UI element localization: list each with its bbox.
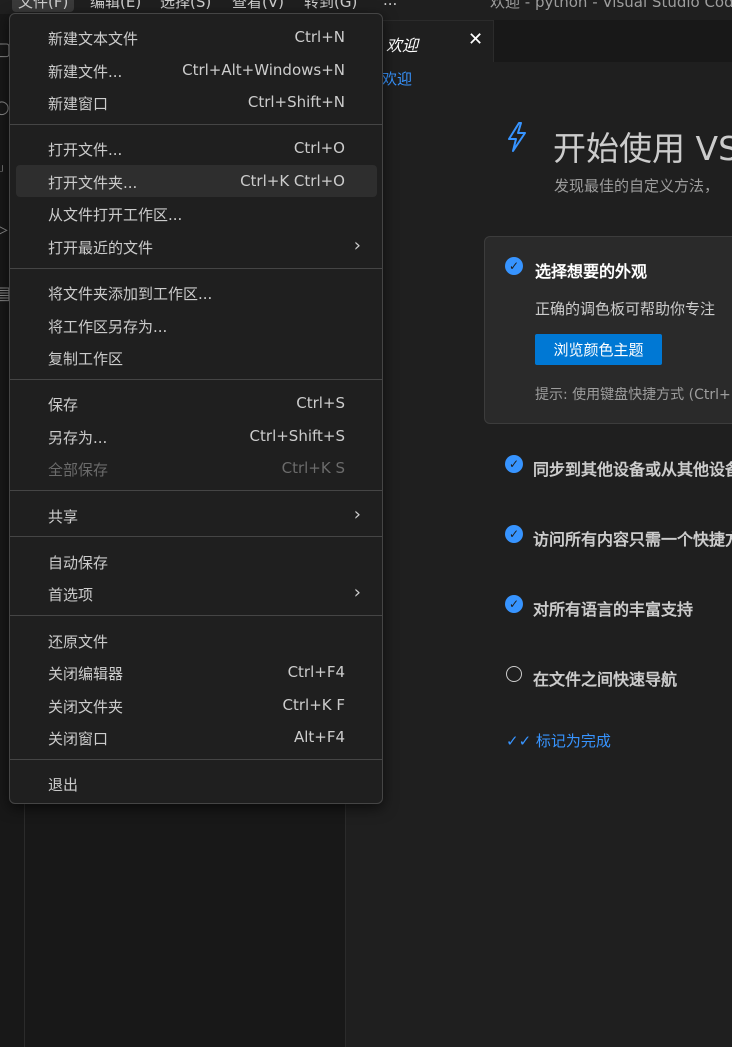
step-hint: 提示: 使用键盘快捷方式 (Ctrl+	[535, 387, 731, 403]
mark-done-label: 标记为完成	[535, 732, 611, 750]
step-title: 选择想要的外观	[535, 262, 648, 281]
unchecked-circle-icon[interactable]	[506, 666, 522, 682]
menu-item-open-recent[interactable]: 打开最近的文件 ›	[16, 230, 377, 262]
menu-item-close-window[interactable]: 关闭窗口 Alt+F4	[16, 721, 377, 753]
menu-item-open-workspace-from-file[interactable]: 从文件打开工作区...	[16, 197, 377, 229]
menu-separator	[10, 536, 382, 537]
menu-item-exit[interactable]: 退出	[16, 767, 377, 799]
menu-item-close-editor[interactable]: 关闭编辑器 Ctrl+F4	[16, 656, 377, 688]
step-quick-open[interactable]: 在文件之间快速导航	[533, 666, 677, 690]
menubar-selection[interactable]: 选择(S)	[160, 0, 211, 12]
mark-done-link[interactable]: ✓✓ 标记为完成	[506, 730, 611, 751]
menu-item-add-folder-to-workspace[interactable]: 将文件夹添加到工作区...	[16, 276, 377, 308]
menu-item-open-file[interactable]: 打开文件... Ctrl+O	[16, 132, 377, 164]
menubar-more[interactable]: ...	[383, 0, 397, 9]
tab-welcome-label: 欢迎	[386, 36, 419, 55]
step-sync-settings[interactable]: 同步到其他设备或从其他设备	[533, 456, 732, 480]
menu-separator	[10, 490, 382, 491]
title-bar: 文件(F) 编辑(E) 选择(S) 查看(V) 转到(G) ... 欢迎 - p…	[0, 0, 732, 14]
editor-tabs: 欢迎 ✕	[346, 20, 732, 62]
step-command-palette[interactable]: 访问所有内容只需一个快捷方	[533, 526, 732, 550]
menu-item-new-window[interactable]: 新建窗口 Ctrl+Shift+N	[16, 86, 377, 118]
menu-item-duplicate-workspace[interactable]: 复制工作区	[16, 341, 377, 373]
check-icon[interactable]: ✓	[505, 595, 523, 613]
menubar-go[interactable]: 转到(G)	[304, 0, 357, 12]
menu-separator	[10, 615, 382, 616]
menu-item-share[interactable]: 共享 ›	[16, 499, 377, 531]
menu-item-auto-save[interactable]: 自动保存	[16, 545, 377, 577]
lightning-icon	[508, 122, 526, 152]
menu-item-save-as[interactable]: 另存为... Ctrl+Shift+S	[16, 420, 377, 452]
browse-color-themes-button[interactable]: 浏览颜色主题	[535, 334, 662, 365]
menu-item-new-text-file[interactable]: 新建文本文件 Ctrl+N	[16, 21, 377, 53]
menu-item-close-folder[interactable]: 关闭文件夹 Ctrl+K F	[16, 689, 377, 721]
chevron-right-icon: ›	[353, 582, 361, 603]
check-icon[interactable]: ✓	[505, 257, 523, 275]
step-description: 正确的调色板可帮助你专注	[535, 300, 716, 318]
breadcrumb[interactable]: 欢迎	[382, 68, 412, 89]
check-icon[interactable]: ✓	[505, 455, 523, 473]
menu-item-preferences[interactable]: 首选项 ›	[16, 577, 377, 609]
window-title: 欢迎 - python - Visual Studio Code	[490, 0, 732, 11]
menu-item-save-all: 全部保存 Ctrl+K S	[48, 459, 345, 479]
menu-separator	[10, 124, 382, 125]
menu-separator	[10, 759, 382, 760]
menu-item-revert-file[interactable]: 还原文件	[16, 624, 377, 656]
chevron-right-icon: ›	[353, 235, 361, 256]
menu-item-save-workspace-as[interactable]: 将工作区另存为...	[16, 309, 377, 341]
menu-separator	[10, 379, 382, 380]
menu-item-save[interactable]: 保存 Ctrl+S	[16, 387, 377, 419]
page-subtitle: 发现最佳的自定义方法，	[554, 177, 720, 195]
menubar-view[interactable]: 查看(V)	[232, 0, 284, 12]
menubar-file[interactable]: 文件(F)	[12, 0, 75, 12]
menu-item-new-file[interactable]: 新建文件... Ctrl+Alt+Windows+N	[16, 54, 377, 86]
menu-separator	[10, 268, 382, 269]
menubar-edit[interactable]: 编辑(E)	[90, 0, 141, 12]
check-icon[interactable]: ✓	[505, 525, 523, 543]
close-icon[interactable]: ✕	[468, 29, 483, 50]
file-menu: 新建文本文件 Ctrl+N 新建文件... Ctrl+Alt+Windows+N…	[9, 13, 383, 804]
page-title: 开始使用 VS	[553, 129, 732, 168]
double-check-icon: ✓✓	[506, 732, 532, 750]
chevron-right-icon: ›	[353, 504, 361, 525]
menu-item-open-folder[interactable]: 打开文件夹... Ctrl+K Ctrl+O	[16, 165, 377, 197]
step-language-support[interactable]: 对所有语言的丰富支持	[533, 596, 693, 620]
